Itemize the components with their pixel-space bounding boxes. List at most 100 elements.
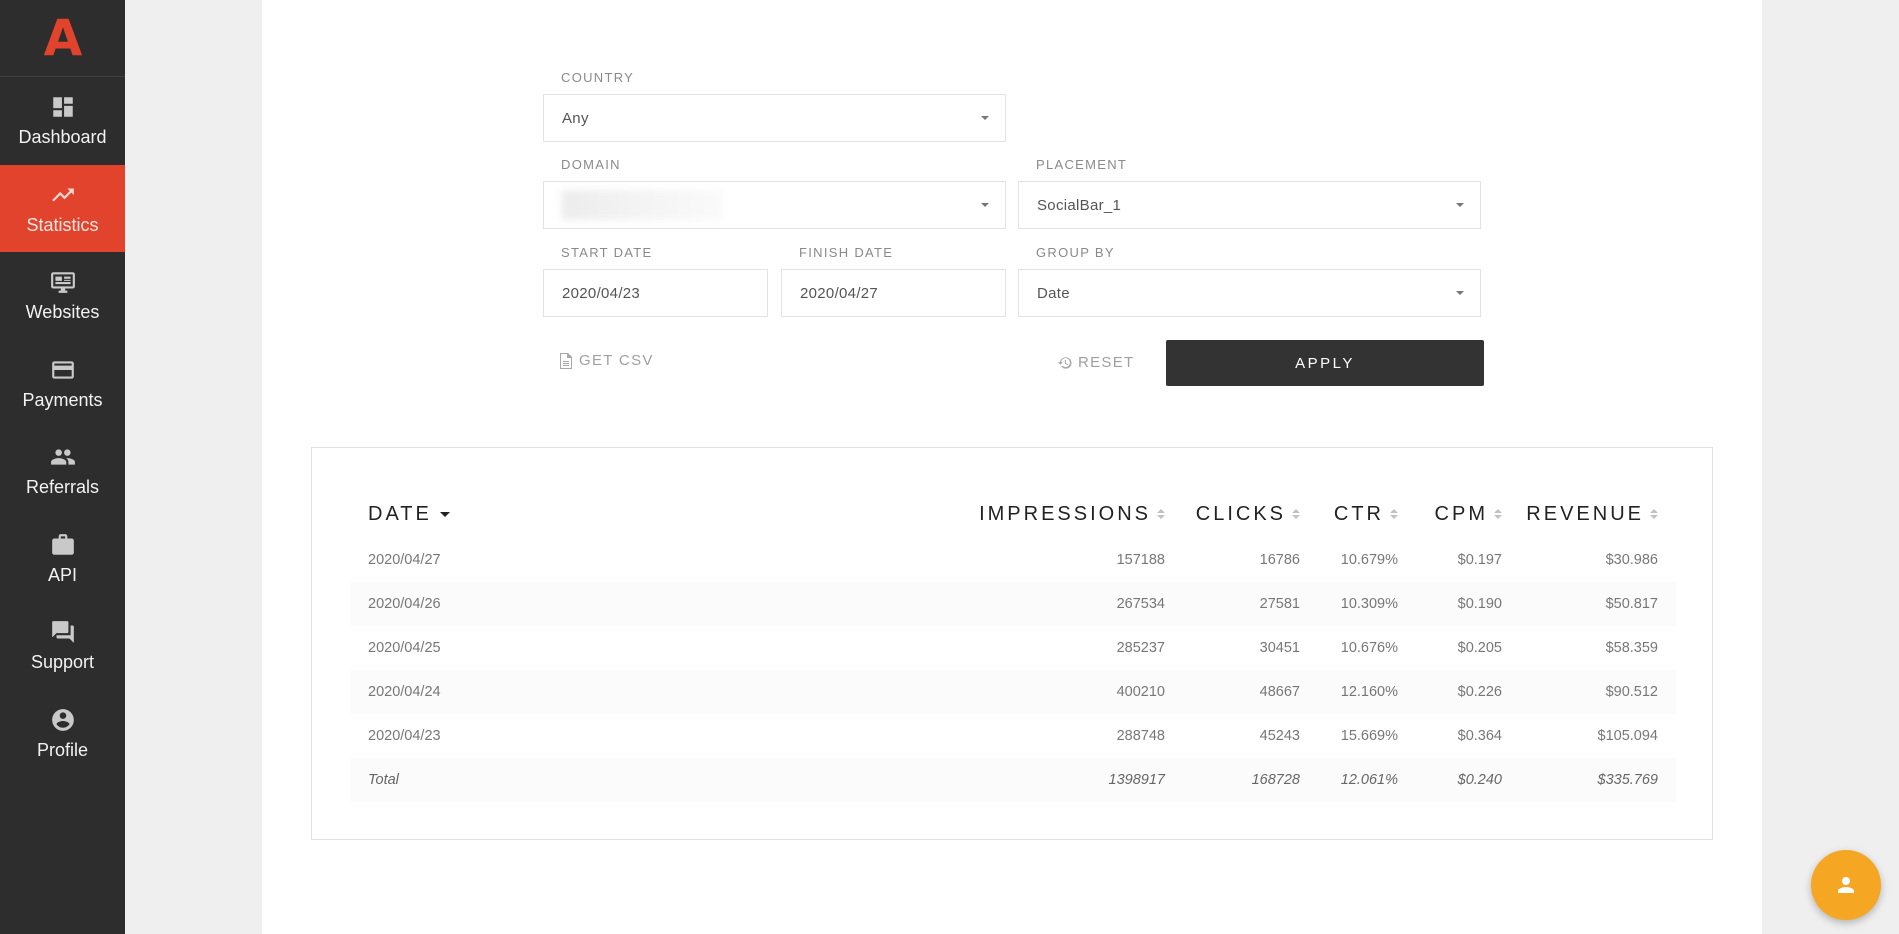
get-csv-button[interactable]: GET CSV: [559, 352, 654, 369]
chevron-down-icon: [1456, 203, 1464, 207]
sort-desc-icon: [439, 511, 450, 517]
sidebar-item-payments[interactable]: Payments: [0, 340, 125, 428]
logo-text: A: [43, 9, 83, 67]
cell-impressions: 400210: [830, 670, 1183, 714]
sort-icon: [1390, 508, 1398, 520]
column-header-date[interactable]: DATE: [350, 490, 830, 538]
group-by-value: Date: [1037, 284, 1070, 302]
table-row: 2020/04/25 285237 30451 10.676% $0.205 $58.35…: [350, 626, 1676, 670]
cell-cpm: $0.190: [1416, 582, 1520, 626]
chevron-down-icon: [981, 116, 989, 120]
column-header-cpm[interactable]: CPM: [1416, 490, 1520, 538]
cell-date: 2020/04/27: [368, 552, 441, 568]
sidebar-item-referrals[interactable]: Referrals: [0, 427, 125, 515]
total-cell-label: Total: [350, 758, 830, 802]
sidebar-item-label: Statistics: [26, 214, 99, 235]
cell-cpm: $0.364: [1457, 728, 1502, 744]
cell-ctr: 12.160%: [1318, 670, 1416, 714]
cell-impressions: 288748: [1116, 728, 1165, 744]
cell-impressions: 285237: [1116, 640, 1165, 656]
table-total-row: Total 1398917 168728 12.061% $0.240 $335…: [350, 758, 1676, 802]
total-cell-cpm: $0.240: [1416, 758, 1520, 802]
placement-select[interactable]: SocialBar_1: [1018, 181, 1481, 229]
cell-impressions: 157188: [1116, 552, 1165, 568]
dashboard-icon: [49, 93, 77, 121]
sort-icon: [1157, 508, 1165, 520]
sort-icon: [1292, 508, 1300, 520]
sidebar-item-label: API: [47, 564, 77, 585]
start-date-label: START DATE: [561, 245, 653, 260]
group-by-label: GROUP BY: [1036, 245, 1115, 260]
cell-revenue: $30.986: [1605, 552, 1658, 568]
placement-value: SocialBar_1: [1037, 196, 1122, 214]
sidebar-item-label: Support: [30, 652, 95, 673]
sidebar-item-profile[interactable]: Profile: [0, 690, 125, 778]
cell-ctr: 10.309%: [1318, 582, 1416, 626]
country-value: Any: [562, 109, 589, 127]
country-select[interactable]: Any: [543, 94, 1006, 142]
total-cell-revenue: $335.769: [1520, 758, 1676, 802]
sidebar-item-support[interactable]: Support: [0, 602, 125, 690]
table-header-row: DATE IMPRESSIONS CLICKS CTR CPM REVENUE: [350, 490, 1676, 538]
logo[interactable]: A: [0, 0, 125, 77]
sidebar: A Dashboard Statistics Websites Payments…: [0, 0, 125, 934]
get-csv-label: GET CSV: [579, 352, 654, 369]
history-icon: [1058, 356, 1072, 369]
account-circle-icon: [49, 706, 77, 734]
column-header-impressions[interactable]: IMPRESSIONS: [830, 490, 1183, 538]
finish-date-label: FINISH DATE: [799, 245, 894, 260]
sidebar-item-dashboard[interactable]: Dashboard: [0, 77, 125, 165]
domain-select[interactable]: [543, 181, 1006, 229]
credit-card-icon: [49, 356, 77, 384]
table-row: 2020/04/24 400210 48667 12.160% $0.226 $90.51…: [350, 670, 1676, 714]
sidebar-item-websites[interactable]: Websites: [0, 252, 125, 340]
group-by-field: GROUP BY Date: [1018, 243, 1481, 317]
cell-clicks: 30451: [1259, 640, 1300, 656]
reset-button[interactable]: RESET: [1058, 354, 1135, 371]
sidebar-item-label: Referrals: [25, 477, 100, 498]
cell-clicks: 48667: [1183, 670, 1318, 714]
cell-ctr: 10.676%: [1340, 640, 1398, 656]
domain-label: DOMAIN: [561, 157, 621, 172]
sidebar-item-label: Websites: [25, 302, 100, 323]
finish-date-value: 2020/04/27: [800, 284, 879, 302]
sidebar-item-label: Dashboard: [18, 127, 107, 148]
placement-field: PLACEMENT SocialBar_1: [1018, 155, 1481, 229]
sidebar-item-label: Profile: [36, 739, 89, 760]
apply-button[interactable]: APPLY: [1166, 340, 1484, 386]
cell-clicks: 27581: [1183, 582, 1318, 626]
cell-cpm: $0.226: [1416, 670, 1520, 714]
support-chat-button[interactable]: [1811, 850, 1881, 920]
briefcase-icon: [49, 531, 77, 559]
cell-revenue: $50.817: [1520, 582, 1676, 626]
column-header-revenue[interactable]: REVENUE: [1520, 490, 1676, 538]
column-header-clicks[interactable]: CLICKS: [1183, 490, 1318, 538]
column-header-ctr[interactable]: CTR: [1318, 490, 1416, 538]
chevron-down-icon: [981, 203, 989, 207]
country-label: COUNTRY: [561, 70, 635, 85]
cell-clicks: 16786: [1259, 552, 1300, 568]
total-cell-ctr: 12.061%: [1318, 758, 1416, 802]
sidebar-item-label: Payments: [22, 389, 103, 410]
cell-cpm: $0.205: [1457, 640, 1502, 656]
domain-field: DOMAIN: [543, 155, 1006, 229]
group-by-select[interactable]: Date: [1018, 269, 1481, 317]
cell-clicks: 45243: [1259, 728, 1300, 744]
file-icon: [560, 352, 572, 369]
person-icon: [1838, 877, 1854, 893]
reset-label: RESET: [1078, 354, 1135, 371]
start-date-input[interactable]: 2020/04/23: [543, 269, 768, 317]
total-cell-clicks: 168728: [1183, 758, 1318, 802]
total-cell-impressions: 1398917: [830, 758, 1183, 802]
sidebar-item-statistics[interactable]: Statistics: [0, 164, 125, 252]
sidebar-item-api[interactable]: API: [0, 515, 125, 603]
country-field: COUNTRY Any: [543, 68, 1006, 142]
cell-date: 2020/04/25: [368, 640, 441, 656]
table-row: 2020/04/23 288748 45243 15.669% $0.364 $105.0…: [350, 714, 1676, 758]
finish-date-input[interactable]: 2020/04/27: [781, 269, 1006, 317]
statistics-table: DATE IMPRESSIONS CLICKS CTR CPM REVENUE …: [350, 490, 1676, 802]
sort-icon: [1494, 508, 1502, 520]
statistics-table-card: DATE IMPRESSIONS CLICKS CTR CPM REVENUE …: [311, 447, 1713, 840]
cell-date: 2020/04/24: [350, 670, 830, 714]
table-row: 2020/04/27 157188 16786 10.679% $0.197 $30.98…: [350, 538, 1676, 582]
